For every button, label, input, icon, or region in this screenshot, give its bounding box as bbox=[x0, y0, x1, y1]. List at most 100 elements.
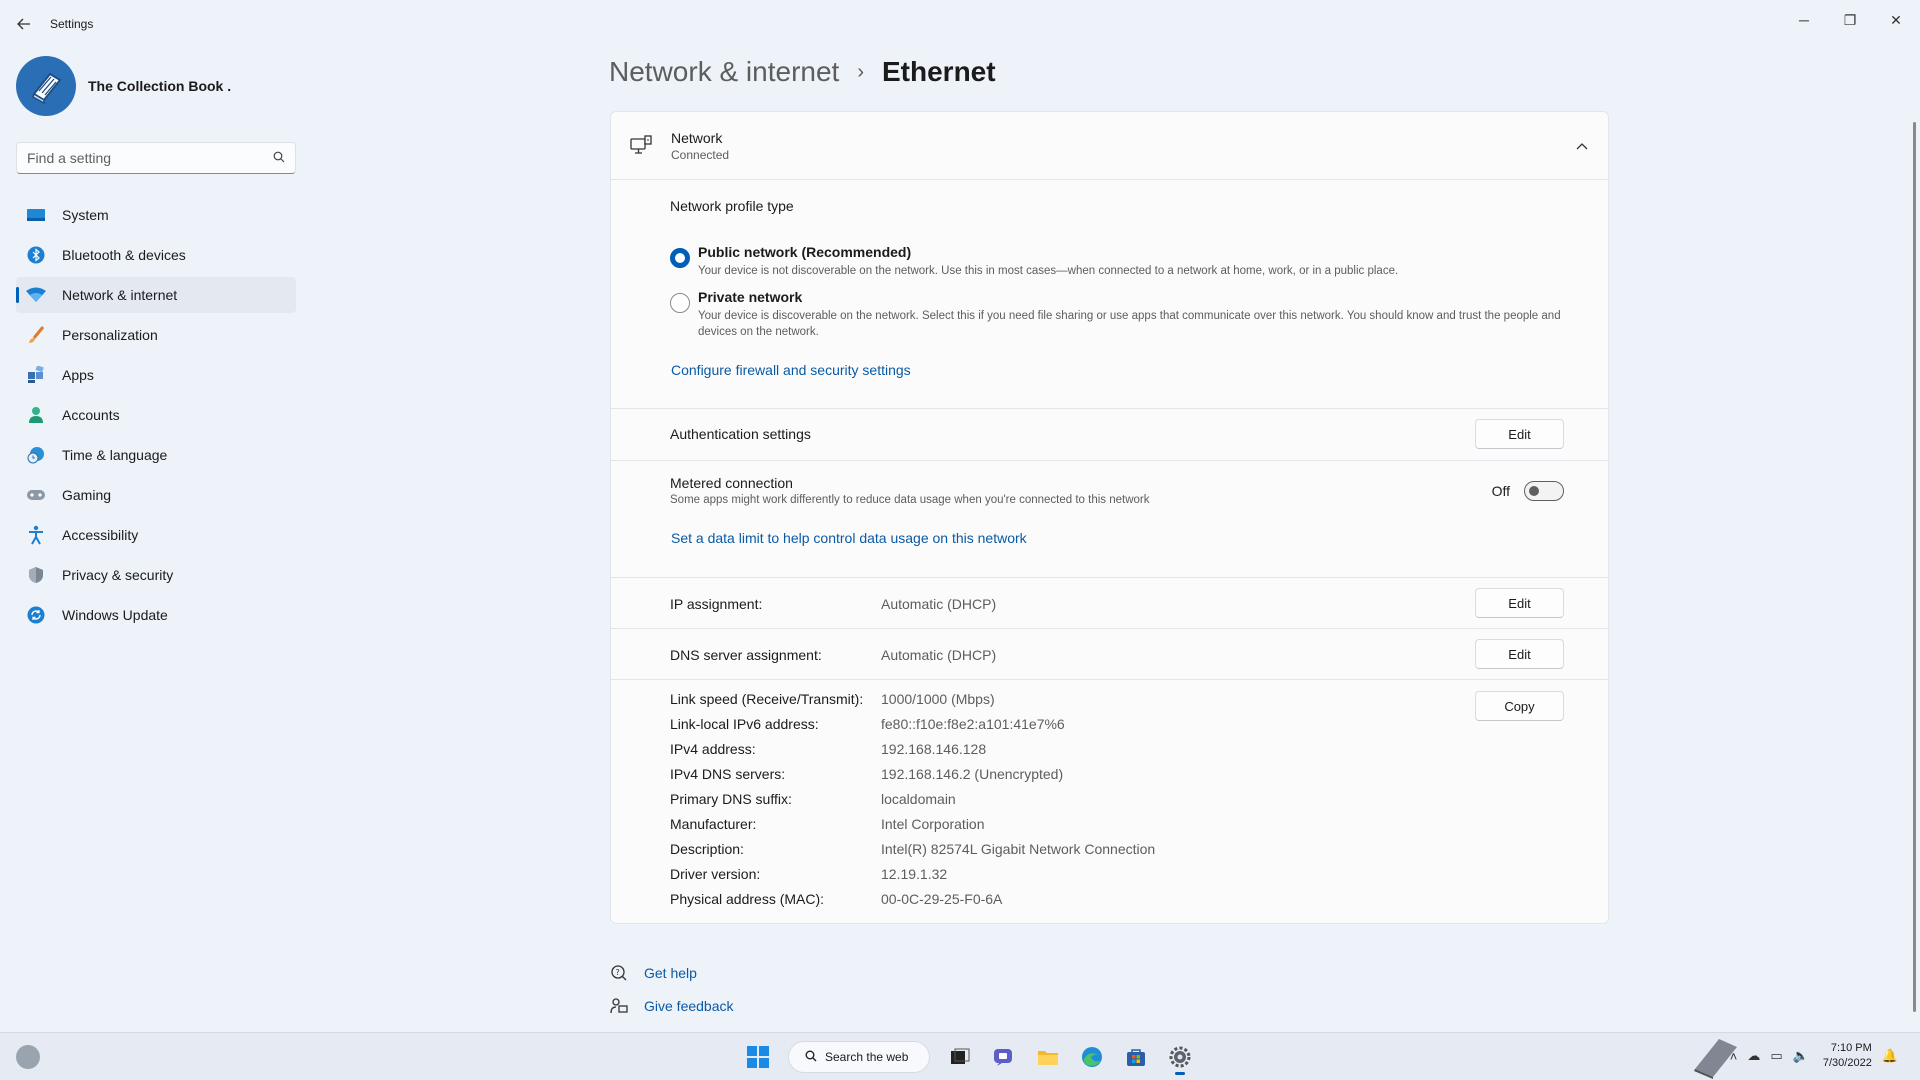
private-network-option[interactable]: Private network Your device is discovera… bbox=[670, 289, 1568, 340]
property-key: IPv4 address: bbox=[670, 741, 756, 757]
metered-toggle-group[interactable]: Off bbox=[1492, 481, 1564, 501]
avatar bbox=[16, 56, 76, 116]
accessibility-icon bbox=[26, 525, 46, 545]
property-key: Physical address (MAC): bbox=[670, 891, 825, 907]
back-button[interactable] bbox=[14, 14, 34, 34]
sidebar-item-windows-update[interactable]: Windows Update bbox=[16, 597, 296, 633]
chevron-up-icon[interactable]: ˄ bbox=[1730, 1049, 1738, 1064]
get-help-row[interactable]: ? Get help bbox=[610, 956, 734, 989]
property-row: Driver version: 12.19.1.32 bbox=[670, 866, 947, 882]
microsoft-store-icon[interactable] bbox=[1118, 1039, 1154, 1075]
ip-edit-button[interactable]: Edit bbox=[1475, 588, 1564, 618]
property-value: 1000/1000 (Mbps) bbox=[881, 691, 995, 707]
search-icon bbox=[273, 151, 285, 166]
search-input[interactable]: Find a setting bbox=[16, 142, 296, 174]
dns-assignment-value: Automatic (DHCP) bbox=[881, 647, 997, 663]
metered-toggle[interactable] bbox=[1524, 481, 1564, 501]
sidebar-item-personalization[interactable]: Personalization bbox=[16, 317, 296, 353]
sidebar-item-accessibility[interactable]: Accessibility bbox=[16, 517, 296, 553]
property-key: Driver version: bbox=[670, 866, 761, 882]
properties-section: Copy Link speed (Receive/Transmit): 1000/… bbox=[610, 680, 1609, 924]
authentication-edit-button[interactable]: Edit bbox=[1475, 419, 1564, 449]
clock-date: 7/30/2022 bbox=[1822, 1057, 1872, 1069]
settings-window: Settings ─ ❐ ✕ The Collection Book . Fin… bbox=[0, 0, 1920, 1032]
property-row: IPv4 address: 192.168.146.128 bbox=[670, 741, 986, 757]
metered-label: Metered connection bbox=[670, 475, 793, 491]
wifi-icon bbox=[26, 285, 46, 305]
minimize-button[interactable]: ─ bbox=[1782, 6, 1826, 34]
metered-connection-row: Metered connection Some apps might work … bbox=[610, 461, 1609, 578]
app-title: Settings bbox=[50, 17, 94, 31]
give-feedback-row[interactable]: Give feedback bbox=[610, 989, 734, 1022]
dns-assignment-label: DNS server assignment: bbox=[670, 647, 822, 663]
public-network-radio[interactable] bbox=[670, 248, 690, 268]
clock[interactable]: 7:10 PM 7/30/2022 bbox=[1823, 1041, 1872, 1071]
sidebar-item-accounts[interactable]: Accounts bbox=[16, 397, 296, 433]
breadcrumb: Network & internet › Ethernet bbox=[609, 56, 996, 88]
edge-browser-icon[interactable] bbox=[1074, 1039, 1110, 1075]
title-bar: Settings ─ ❐ ✕ bbox=[0, 0, 1920, 48]
start-button[interactable] bbox=[740, 1039, 776, 1075]
clock-globe-icon bbox=[26, 445, 46, 465]
book-logo-icon bbox=[32, 72, 62, 105]
sidebar-item-network[interactable]: Network & internet bbox=[16, 277, 296, 313]
give-feedback-link[interactable]: Give feedback bbox=[644, 998, 734, 1014]
sidebar-item-label: System bbox=[62, 207, 109, 223]
taskbar-search[interactable]: Search the web bbox=[788, 1041, 930, 1073]
ethernet-pc-icon bbox=[629, 134, 653, 158]
shield-icon bbox=[26, 565, 46, 585]
network-status-icon[interactable]: ▭ bbox=[1770, 1048, 1782, 1064]
network-card-header[interactable]: Network Connected bbox=[610, 111, 1609, 180]
property-row: Link-local IPv6 address: fe80::f10e:f8e2:… bbox=[670, 716, 1065, 732]
sidebar-item-privacy[interactable]: Privacy & security bbox=[16, 557, 296, 593]
file-explorer-icon[interactable] bbox=[1030, 1039, 1066, 1075]
breadcrumb-parent[interactable]: Network & internet bbox=[609, 56, 839, 88]
sidebar-item-label: Gaming bbox=[62, 487, 112, 503]
back-arrow-icon bbox=[17, 18, 30, 30]
sidebar-item-apps[interactable]: Apps bbox=[16, 357, 296, 393]
property-key: Link-local IPv6 address: bbox=[670, 716, 819, 732]
scrollbar[interactable] bbox=[1913, 122, 1916, 1012]
sidebar-item-bluetooth[interactable]: Bluetooth & devices bbox=[16, 237, 296, 273]
network-status: Connected bbox=[671, 147, 730, 162]
property-key: Manufacturer: bbox=[670, 816, 757, 832]
copy-button[interactable]: Copy bbox=[1475, 691, 1564, 721]
sidebar-nav: System Bluetooth & devices Network & int… bbox=[16, 197, 296, 637]
clock-time: 7:10 PM bbox=[1830, 1042, 1872, 1054]
sidebar-item-system[interactable]: System bbox=[16, 197, 296, 233]
onedrive-cloud-icon[interactable]: ☁ bbox=[1747, 1048, 1760, 1064]
sidebar-item-label: Personalization bbox=[62, 327, 158, 343]
property-key: IPv4 DNS servers: bbox=[670, 766, 786, 782]
authentication-label: Authentication settings bbox=[670, 426, 811, 442]
close-button[interactable]: ✕ bbox=[1874, 6, 1918, 34]
public-network-label: Public network (Recommended) bbox=[698, 244, 912, 260]
page-title: Ethernet bbox=[882, 56, 996, 87]
public-network-option[interactable]: Public network (Recommended) Your device… bbox=[670, 244, 1568, 279]
user-profile[interactable]: The Collection Book . bbox=[16, 56, 231, 116]
settings-app-icon[interactable] bbox=[1162, 1039, 1198, 1075]
widgets-icon[interactable] bbox=[16, 1045, 40, 1069]
taskbar-center: Search the web bbox=[736, 1039, 1202, 1075]
restore-button[interactable]: ❐ bbox=[1828, 6, 1872, 34]
get-help-link[interactable]: Get help bbox=[644, 965, 697, 981]
sidebar-item-time-language[interactable]: Time & language bbox=[16, 437, 296, 473]
account-icon bbox=[26, 405, 46, 425]
notification-bell-icon[interactable]: 🔔 bbox=[1882, 1048, 1898, 1064]
private-network-radio[interactable] bbox=[670, 293, 690, 313]
public-network-desc: Your device is not discoverable on the n… bbox=[698, 265, 1399, 277]
firewall-settings-link[interactable]: Configure firewall and security settings bbox=[671, 362, 911, 378]
data-limit-link[interactable]: Set a data limit to help control data us… bbox=[671, 530, 1027, 546]
task-view-icon[interactable] bbox=[942, 1039, 978, 1075]
teams-chat-icon[interactable] bbox=[986, 1039, 1022, 1075]
property-row: Link speed (Receive/Transmit): 1000/1000 … bbox=[670, 691, 995, 707]
volume-icon[interactable]: 🔈 bbox=[1793, 1048, 1809, 1064]
feedback-icon bbox=[610, 997, 628, 1015]
sidebar-item-label: Accounts bbox=[62, 407, 120, 423]
property-value: 12.19.1.32 bbox=[881, 866, 948, 882]
sidebar-item-gaming[interactable]: Gaming bbox=[16, 477, 296, 513]
toggle-knob bbox=[1529, 486, 1539, 496]
chevron-up-icon[interactable] bbox=[1570, 134, 1594, 158]
dns-edit-button[interactable]: Edit bbox=[1475, 639, 1564, 669]
sidebar-item-label: Time & language bbox=[62, 447, 168, 463]
sidebar-item-label: Network & internet bbox=[62, 287, 178, 303]
